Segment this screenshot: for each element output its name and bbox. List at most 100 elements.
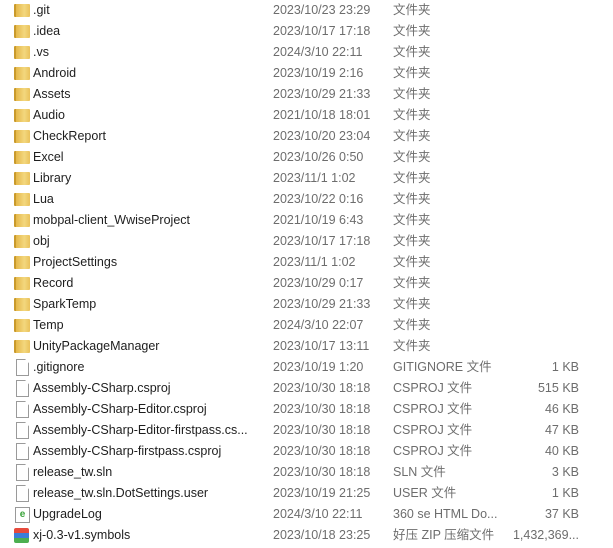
zip-icon (14, 528, 29, 543)
file-type: SLN 文件 (393, 465, 446, 479)
folder-icon (14, 88, 30, 101)
file-date: 2023/10/19 2:16 (273, 66, 364, 80)
folder-icon (14, 172, 30, 185)
file-name: mobpal-client_WwiseProject (33, 213, 191, 227)
file-date: 2023/10/18 23:25 (273, 528, 371, 542)
file-icon (16, 401, 29, 418)
file-row[interactable]: obj 2023/10/17 17:18 文件夹 (0, 231, 613, 252)
file-date: 2023/10/23 23:29 (273, 3, 371, 17)
file-date: 2023/10/29 21:33 (273, 87, 371, 101)
file-date: 2023/10/30 18:18 (273, 402, 371, 416)
folder-icon (14, 277, 30, 290)
file-row[interactable]: Temp 2024/3/10 22:07 文件夹 (0, 315, 613, 336)
file-row[interactable]: mobpal-client_WwiseProject 2021/10/19 6:… (0, 210, 613, 231)
file-row[interactable]: Assembly-CSharp-Editor-firstpass.cs... 2… (0, 420, 613, 441)
file-row[interactable]: Record 2023/10/29 0:17 文件夹 (0, 273, 613, 294)
file-type: 文件夹 (393, 129, 431, 143)
file-name: ProjectSettings (33, 255, 118, 269)
file-name: Audio (33, 108, 65, 122)
file-row[interactable]: .idea 2023/10/17 17:18 文件夹 (0, 21, 613, 42)
file-date: 2023/10/29 21:33 (273, 297, 371, 311)
file-row[interactable]: Library 2023/11/1 1:02 文件夹 (0, 168, 613, 189)
file-row[interactable]: SparkTemp 2023/10/29 21:33 文件夹 (0, 294, 613, 315)
file-name: UpgradeLog (33, 507, 102, 521)
file-date: 2023/10/22 0:16 (273, 192, 364, 206)
file-icon (16, 464, 29, 481)
folder-icon (14, 235, 30, 248)
file-date: 2023/10/30 18:18 (273, 465, 371, 479)
file-type: 文件夹 (393, 192, 431, 206)
file-name: Assets (33, 87, 71, 101)
file-date: 2023/10/30 18:18 (273, 444, 371, 458)
folder-icon (14, 214, 30, 227)
file-type: 文件夹 (393, 45, 431, 59)
file-name: Lua (33, 192, 54, 206)
file-name: Assembly-CSharp-Editor-firstpass.cs... (33, 423, 248, 437)
file-name: obj (33, 234, 50, 248)
file-date: 2023/10/30 18:18 (273, 381, 371, 395)
file-row[interactable]: release_tw.sln.DotSettings.user 2023/10/… (0, 483, 613, 504)
file-type: 360 se HTML Do... (393, 507, 498, 521)
file-name: .idea (33, 24, 61, 38)
file-date: 2023/10/20 23:04 (273, 129, 371, 143)
file-row[interactable]: Assembly-CSharp-Editor.csproj 2023/10/30… (0, 399, 613, 420)
file-name: Record (33, 276, 74, 290)
folder-icon (14, 130, 30, 143)
file-type: 文件夹 (393, 171, 431, 185)
file-name: CheckReport (33, 129, 106, 143)
file-size: 46 KB (544, 402, 579, 416)
file-row[interactable]: xj-0.3-v1.symbols 2023/10/18 23:25 好压 ZI… (0, 525, 613, 546)
file-name: release_tw.sln (33, 465, 113, 479)
file-name: Library (33, 171, 72, 185)
file-row[interactable]: ProjectSettings 2023/11/1 1:02 文件夹 (0, 252, 613, 273)
file-type: 文件夹 (393, 66, 431, 80)
folder-icon (14, 67, 30, 80)
file-type: CSPROJ 文件 (393, 381, 473, 395)
file-row[interactable]: Android 2023/10/19 2:16 文件夹 (0, 63, 613, 84)
file-type: 文件夹 (393, 318, 431, 332)
folder-icon (14, 46, 30, 59)
file-date: 2023/10/19 1:20 (273, 360, 364, 374)
file-row[interactable]: Assets 2023/10/29 21:33 文件夹 (0, 84, 613, 105)
file-type: CSPROJ 文件 (393, 402, 473, 416)
file-row[interactable]: .gitignore 2023/10/19 1:20 GITIGNORE 文件 … (0, 357, 613, 378)
file-type: CSPROJ 文件 (393, 423, 473, 437)
file-date: 2023/10/26 0:50 (273, 150, 364, 164)
folder-icon (14, 4, 30, 17)
file-size: 1,432,369... (512, 528, 579, 542)
folder-icon (14, 298, 30, 311)
file-size: 1 KB (551, 360, 579, 374)
file-list: .git 2023/10/23 23:29 文件夹 .idea 2023/10/… (0, 0, 613, 546)
file-date: 2023/10/19 21:25 (273, 486, 371, 500)
folder-icon (14, 25, 30, 38)
file-date: 2024/3/10 22:07 (273, 318, 364, 332)
file-type: GITIGNORE 文件 (393, 360, 492, 374)
file-name: xj-0.3-v1.symbols (33, 528, 131, 542)
file-name: Temp (33, 318, 64, 332)
file-name: Excel (33, 150, 64, 164)
file-date: 2024/3/10 22:11 (273, 507, 363, 521)
file-row[interactable]: Audio 2021/10/18 18:01 文件夹 (0, 105, 613, 126)
file-size: 40 KB (544, 444, 579, 458)
file-row[interactable]: e UpgradeLog 2024/3/10 22:11 360 se HTML… (0, 504, 613, 525)
file-row[interactable]: Lua 2023/10/22 0:16 文件夹 (0, 189, 613, 210)
file-row[interactable]: CheckReport 2023/10/20 23:04 文件夹 (0, 126, 613, 147)
file-type: CSPROJ 文件 (393, 444, 473, 458)
file-type: 文件夹 (393, 87, 431, 101)
file-type: 文件夹 (393, 150, 431, 164)
file-row[interactable]: .git 2023/10/23 23:29 文件夹 (0, 0, 613, 21)
file-date: 2023/10/17 17:18 (273, 24, 371, 38)
file-type: 文件夹 (393, 213, 431, 227)
file-size: 1 KB (551, 486, 579, 500)
file-type: 文件夹 (393, 3, 431, 17)
file-icon (16, 380, 29, 397)
file-size: 3 KB (551, 465, 579, 479)
file-size: 515 KB (537, 381, 579, 395)
file-row[interactable]: Assembly-CSharp-firstpass.csproj 2023/10… (0, 441, 613, 462)
file-row[interactable]: UnityPackageManager 2023/10/17 13:11 文件夹 (0, 336, 613, 357)
file-name: Assembly-CSharp.csproj (33, 381, 171, 395)
file-row[interactable]: Excel 2023/10/26 0:50 文件夹 (0, 147, 613, 168)
file-row[interactable]: Assembly-CSharp.csproj 2023/10/30 18:18 … (0, 378, 613, 399)
file-row[interactable]: .vs 2024/3/10 22:11 文件夹 (0, 42, 613, 63)
file-row[interactable]: release_tw.sln 2023/10/30 18:18 SLN 文件 3… (0, 462, 613, 483)
